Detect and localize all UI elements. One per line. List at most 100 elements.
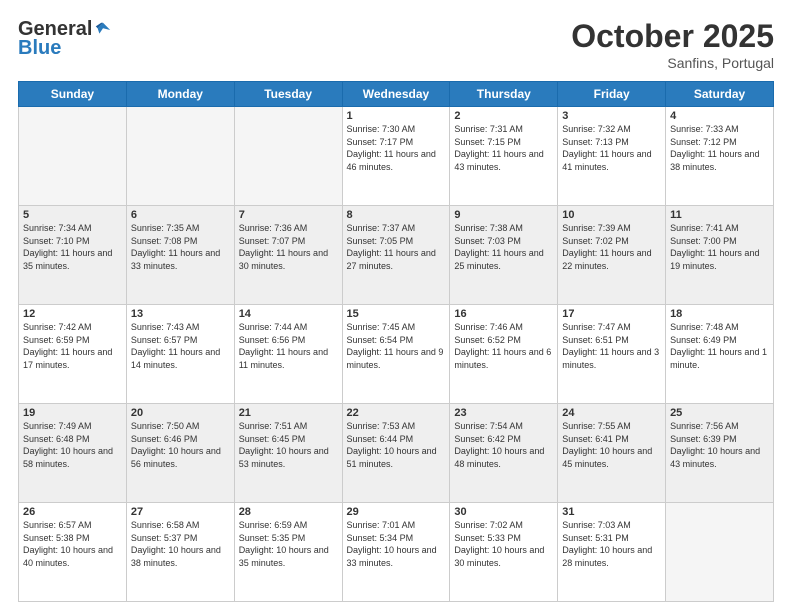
day-number: 11 bbox=[670, 209, 769, 221]
calendar-cell: 13Sunrise: 7:43 AM Sunset: 6:57 PM Dayli… bbox=[126, 305, 234, 404]
day-number: 13 bbox=[131, 308, 230, 320]
day-number: 25 bbox=[670, 407, 769, 419]
calendar-week-row: 1Sunrise: 7:30 AM Sunset: 7:17 PM Daylig… bbox=[19, 107, 774, 206]
calendar-cell: 12Sunrise: 7:42 AM Sunset: 6:59 PM Dayli… bbox=[19, 305, 127, 404]
day-info: Sunrise: 7:03 AM Sunset: 5:31 PM Dayligh… bbox=[562, 519, 661, 569]
day-number: 1 bbox=[347, 110, 446, 122]
day-number: 7 bbox=[239, 209, 338, 221]
day-number: 29 bbox=[347, 506, 446, 518]
day-info: Sunrise: 7:48 AM Sunset: 6:49 PM Dayligh… bbox=[670, 321, 769, 371]
day-info: Sunrise: 7:49 AM Sunset: 6:48 PM Dayligh… bbox=[23, 420, 122, 470]
calendar-week-row: 26Sunrise: 6:57 AM Sunset: 5:38 PM Dayli… bbox=[19, 503, 774, 602]
calendar-cell: 10Sunrise: 7:39 AM Sunset: 7:02 PM Dayli… bbox=[558, 206, 666, 305]
calendar-cell: 17Sunrise: 7:47 AM Sunset: 6:51 PM Dayli… bbox=[558, 305, 666, 404]
day-number: 26 bbox=[23, 506, 122, 518]
calendar-cell: 1Sunrise: 7:30 AM Sunset: 7:17 PM Daylig… bbox=[342, 107, 450, 206]
day-info: Sunrise: 7:35 AM Sunset: 7:08 PM Dayligh… bbox=[131, 222, 230, 272]
day-number: 14 bbox=[239, 308, 338, 320]
day-info: Sunrise: 7:41 AM Sunset: 7:00 PM Dayligh… bbox=[670, 222, 769, 272]
calendar-cell bbox=[126, 107, 234, 206]
day-number: 23 bbox=[454, 407, 553, 419]
day-info: Sunrise: 7:53 AM Sunset: 6:44 PM Dayligh… bbox=[347, 420, 446, 470]
logo-blue-text: Blue bbox=[18, 37, 61, 59]
calendar-cell: 23Sunrise: 7:54 AM Sunset: 6:42 PM Dayli… bbox=[450, 404, 558, 503]
day-info: Sunrise: 7:50 AM Sunset: 6:46 PM Dayligh… bbox=[131, 420, 230, 470]
day-number: 5 bbox=[23, 209, 122, 221]
day-info: Sunrise: 7:01 AM Sunset: 5:34 PM Dayligh… bbox=[347, 519, 446, 569]
calendar-cell: 24Sunrise: 7:55 AM Sunset: 6:41 PM Dayli… bbox=[558, 404, 666, 503]
day-number: 16 bbox=[454, 308, 553, 320]
location: Sanfins, Portugal bbox=[571, 55, 774, 71]
day-header-thursday: Thursday bbox=[450, 82, 558, 107]
day-number: 12 bbox=[23, 308, 122, 320]
calendar-cell bbox=[666, 503, 774, 602]
calendar-cell: 16Sunrise: 7:46 AM Sunset: 6:52 PM Dayli… bbox=[450, 305, 558, 404]
day-number: 30 bbox=[454, 506, 553, 518]
day-number: 18 bbox=[670, 308, 769, 320]
day-info: Sunrise: 7:34 AM Sunset: 7:10 PM Dayligh… bbox=[23, 222, 122, 272]
day-info: Sunrise: 7:51 AM Sunset: 6:45 PM Dayligh… bbox=[239, 420, 338, 470]
day-number: 22 bbox=[347, 407, 446, 419]
day-info: Sunrise: 7:02 AM Sunset: 5:33 PM Dayligh… bbox=[454, 519, 553, 569]
calendar-cell: 3Sunrise: 7:32 AM Sunset: 7:13 PM Daylig… bbox=[558, 107, 666, 206]
day-number: 10 bbox=[562, 209, 661, 221]
calendar-cell: 6Sunrise: 7:35 AM Sunset: 7:08 PM Daylig… bbox=[126, 206, 234, 305]
calendar-header-row: SundayMondayTuesdayWednesdayThursdayFrid… bbox=[19, 82, 774, 107]
page: General Blue October 2025 Sanfins, Portu… bbox=[0, 0, 792, 612]
calendar-cell: 27Sunrise: 6:58 AM Sunset: 5:37 PM Dayli… bbox=[126, 503, 234, 602]
day-number: 2 bbox=[454, 110, 553, 122]
calendar-cell: 18Sunrise: 7:48 AM Sunset: 6:49 PM Dayli… bbox=[666, 305, 774, 404]
day-info: Sunrise: 7:32 AM Sunset: 7:13 PM Dayligh… bbox=[562, 123, 661, 173]
calendar-cell: 5Sunrise: 7:34 AM Sunset: 7:10 PM Daylig… bbox=[19, 206, 127, 305]
calendar-cell: 26Sunrise: 6:57 AM Sunset: 5:38 PM Dayli… bbox=[19, 503, 127, 602]
day-number: 4 bbox=[670, 110, 769, 122]
day-info: Sunrise: 7:38 AM Sunset: 7:03 PM Dayligh… bbox=[454, 222, 553, 272]
day-number: 19 bbox=[23, 407, 122, 419]
calendar-cell: 31Sunrise: 7:03 AM Sunset: 5:31 PM Dayli… bbox=[558, 503, 666, 602]
day-number: 9 bbox=[454, 209, 553, 221]
day-header-sunday: Sunday bbox=[19, 82, 127, 107]
calendar-cell: 15Sunrise: 7:45 AM Sunset: 6:54 PM Dayli… bbox=[342, 305, 450, 404]
day-info: Sunrise: 6:59 AM Sunset: 5:35 PM Dayligh… bbox=[239, 519, 338, 569]
day-info: Sunrise: 7:54 AM Sunset: 6:42 PM Dayligh… bbox=[454, 420, 553, 470]
calendar-week-row: 19Sunrise: 7:49 AM Sunset: 6:48 PM Dayli… bbox=[19, 404, 774, 503]
calendar-cell: 4Sunrise: 7:33 AM Sunset: 7:12 PM Daylig… bbox=[666, 107, 774, 206]
day-info: Sunrise: 7:31 AM Sunset: 7:15 PM Dayligh… bbox=[454, 123, 553, 173]
calendar-cell: 25Sunrise: 7:56 AM Sunset: 6:39 PM Dayli… bbox=[666, 404, 774, 503]
day-header-wednesday: Wednesday bbox=[342, 82, 450, 107]
day-info: Sunrise: 7:30 AM Sunset: 7:17 PM Dayligh… bbox=[347, 123, 446, 173]
day-number: 6 bbox=[131, 209, 230, 221]
day-info: Sunrise: 7:37 AM Sunset: 7:05 PM Dayligh… bbox=[347, 222, 446, 272]
calendar-cell bbox=[234, 107, 342, 206]
day-info: Sunrise: 7:56 AM Sunset: 6:39 PM Dayligh… bbox=[670, 420, 769, 470]
calendar-cell: 8Sunrise: 7:37 AM Sunset: 7:05 PM Daylig… bbox=[342, 206, 450, 305]
day-number: 24 bbox=[562, 407, 661, 419]
day-info: Sunrise: 7:42 AM Sunset: 6:59 PM Dayligh… bbox=[23, 321, 122, 371]
logo-bird-icon bbox=[94, 21, 112, 39]
day-number: 20 bbox=[131, 407, 230, 419]
day-info: Sunrise: 7:36 AM Sunset: 7:07 PM Dayligh… bbox=[239, 222, 338, 272]
calendar-cell: 14Sunrise: 7:44 AM Sunset: 6:56 PM Dayli… bbox=[234, 305, 342, 404]
calendar-table: SundayMondayTuesdayWednesdayThursdayFrid… bbox=[18, 81, 774, 602]
day-number: 15 bbox=[347, 308, 446, 320]
day-info: Sunrise: 6:57 AM Sunset: 5:38 PM Dayligh… bbox=[23, 519, 122, 569]
day-number: 28 bbox=[239, 506, 338, 518]
day-info: Sunrise: 7:47 AM Sunset: 6:51 PM Dayligh… bbox=[562, 321, 661, 371]
day-info: Sunrise: 7:55 AM Sunset: 6:41 PM Dayligh… bbox=[562, 420, 661, 470]
day-number: 31 bbox=[562, 506, 661, 518]
calendar-cell: 7Sunrise: 7:36 AM Sunset: 7:07 PM Daylig… bbox=[234, 206, 342, 305]
day-info: Sunrise: 7:39 AM Sunset: 7:02 PM Dayligh… bbox=[562, 222, 661, 272]
calendar-cell: 19Sunrise: 7:49 AM Sunset: 6:48 PM Dayli… bbox=[19, 404, 127, 503]
day-number: 27 bbox=[131, 506, 230, 518]
day-number: 3 bbox=[562, 110, 661, 122]
day-info: Sunrise: 6:58 AM Sunset: 5:37 PM Dayligh… bbox=[131, 519, 230, 569]
calendar-cell: 2Sunrise: 7:31 AM Sunset: 7:15 PM Daylig… bbox=[450, 107, 558, 206]
day-number: 8 bbox=[347, 209, 446, 221]
calendar-week-row: 5Sunrise: 7:34 AM Sunset: 7:10 PM Daylig… bbox=[19, 206, 774, 305]
day-number: 21 bbox=[239, 407, 338, 419]
day-header-monday: Monday bbox=[126, 82, 234, 107]
header: General Blue October 2025 Sanfins, Portu… bbox=[18, 18, 774, 71]
calendar-cell: 29Sunrise: 7:01 AM Sunset: 5:34 PM Dayli… bbox=[342, 503, 450, 602]
calendar-cell: 22Sunrise: 7:53 AM Sunset: 6:44 PM Dayli… bbox=[342, 404, 450, 503]
calendar-cell: 11Sunrise: 7:41 AM Sunset: 7:00 PM Dayli… bbox=[666, 206, 774, 305]
